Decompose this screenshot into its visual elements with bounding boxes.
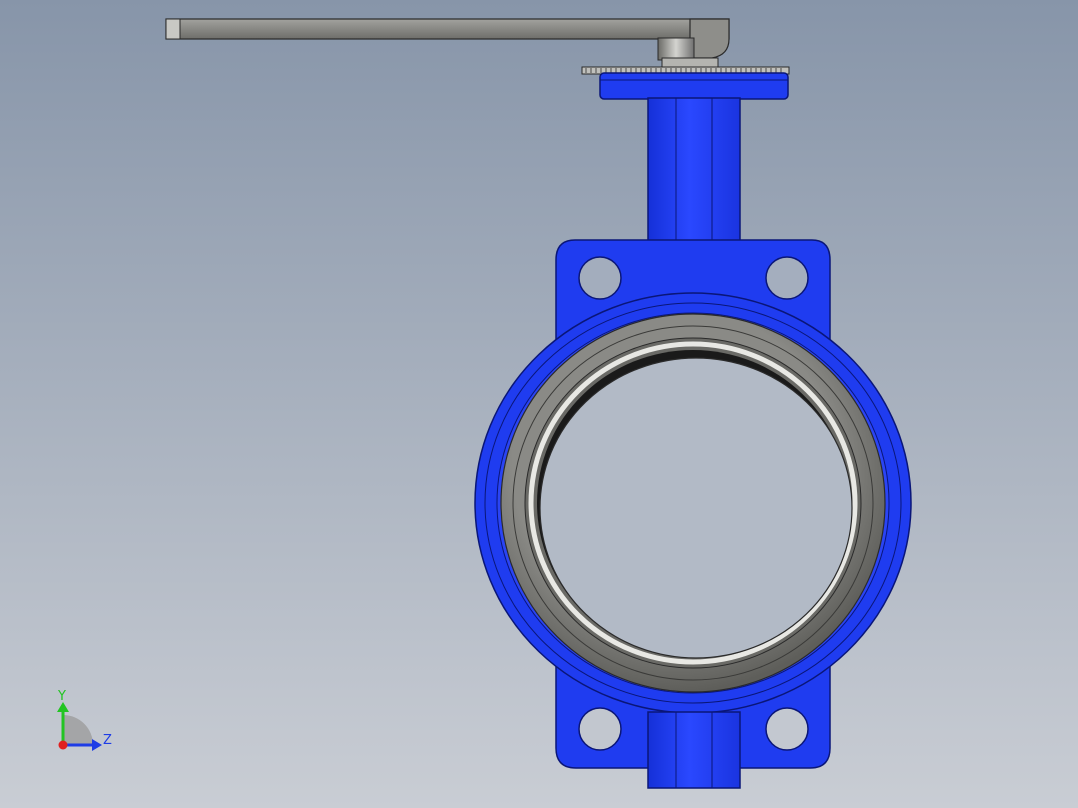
valve-bore [539,357,853,659]
bolt-hole-top-left [578,256,622,300]
model-view[interactable]: Y Z [0,0,1078,808]
bolt-hole-bottom-left [578,707,622,751]
x-axis-point-icon [58,740,68,750]
z-axis-label: Z [103,733,112,748]
graphics-viewport[interactable]: Y Z [0,0,1078,808]
bolt-hole-bottom-right [765,707,809,751]
top-flange [599,72,789,100]
y-axis-label: Y [57,689,66,704]
bolt-hole-top-right [765,256,809,300]
